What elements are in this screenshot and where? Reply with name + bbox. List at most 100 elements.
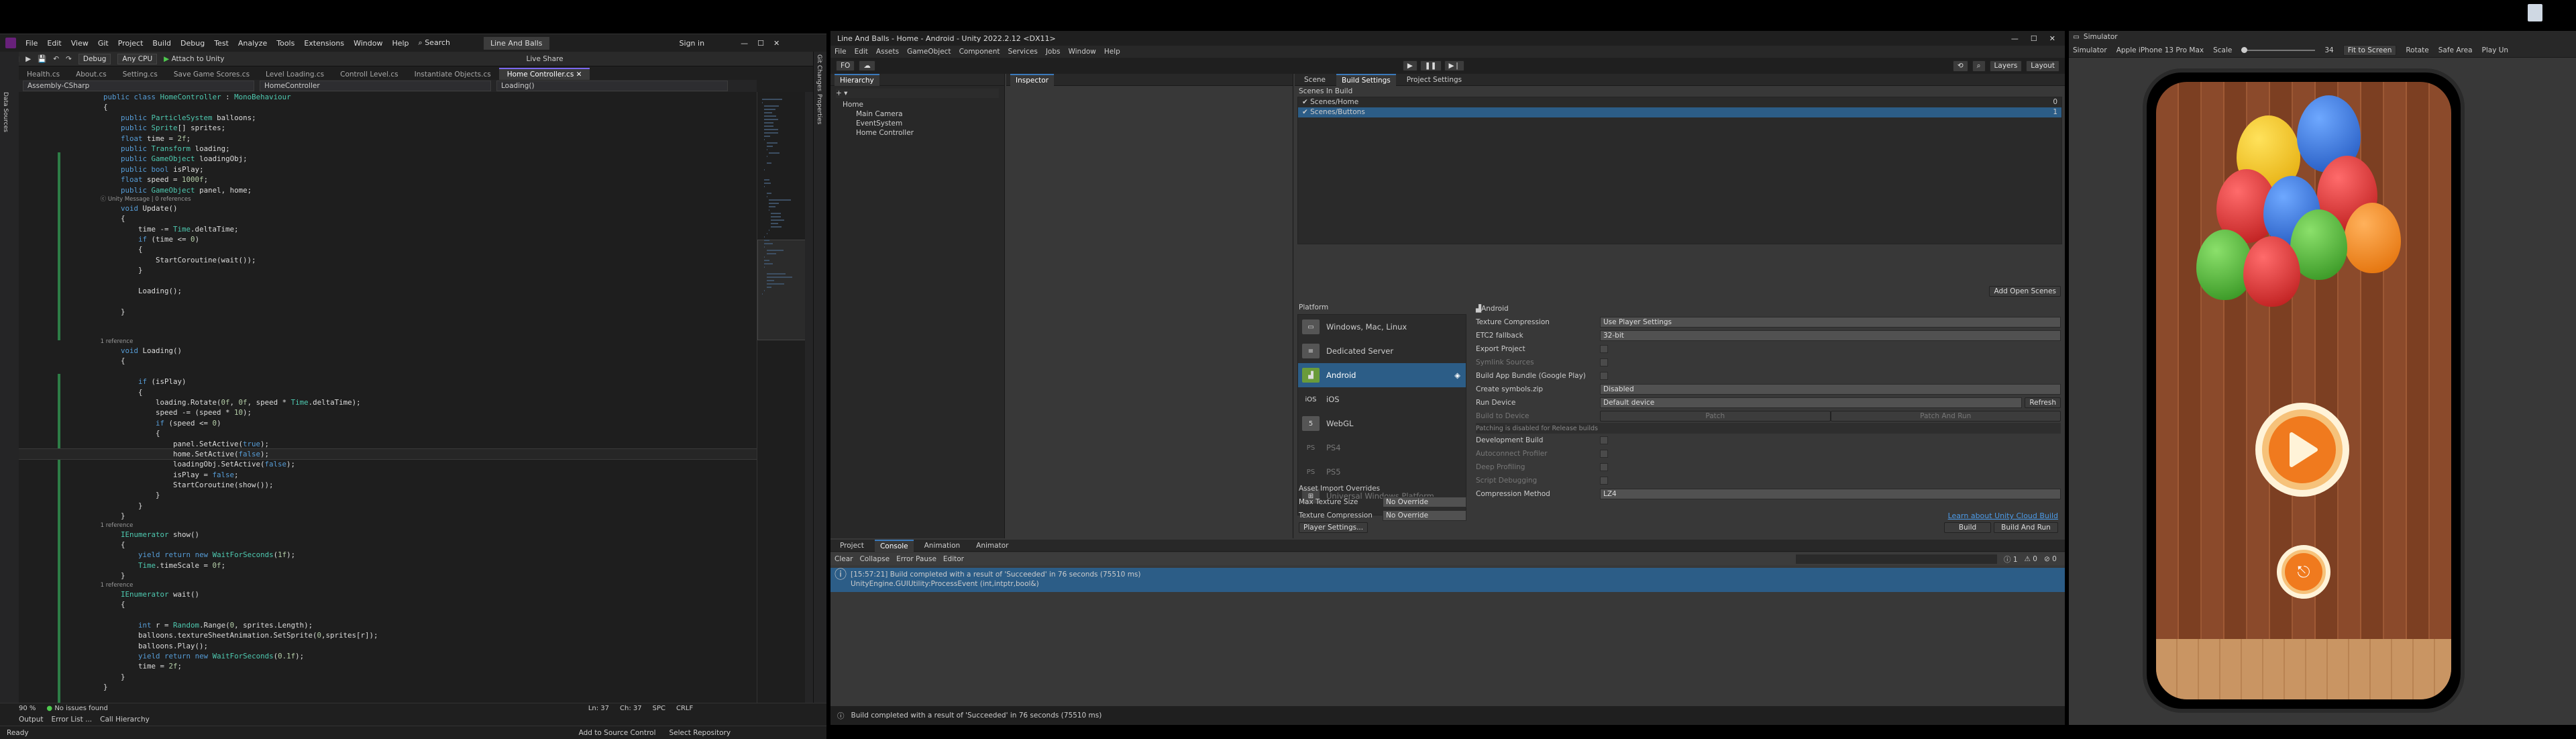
- build-and-run-button[interactable]: Build And Run: [1994, 522, 2058, 533]
- live-share-button[interactable]: Live Share: [526, 55, 563, 63]
- run-device-dropdown[interactable]: Default device: [1600, 397, 2023, 408]
- error-count[interactable]: ⊘ 0: [2044, 555, 2057, 563]
- tree-item-main-camera[interactable]: Main Camera: [836, 109, 999, 119]
- git-changes-tab[interactable]: Git Changes: [816, 54, 822, 91]
- vs-menu-git[interactable]: Git: [98, 39, 109, 48]
- vs-menu-window[interactable]: Window: [354, 39, 382, 48]
- properties-tab[interactable]: Properties: [816, 94, 822, 124]
- close-tab-icon[interactable]: ✕: [576, 70, 582, 79]
- undo-icon[interactable]: ↶: [53, 55, 59, 63]
- recycle-bin-icon[interactable]: [2528, 4, 2542, 21]
- maximize-icon[interactable]: ☐: [757, 39, 764, 48]
- refresh-button[interactable]: Refresh: [2025, 397, 2061, 408]
- codelens-annotation[interactable]: 1 reference: [19, 581, 757, 589]
- symlink-sources-checkbox[interactable]: [1600, 358, 1608, 366]
- scene-row[interactable]: ✔ Scenes/Buttons 1: [1298, 107, 2061, 117]
- config-dropdown[interactable]: Debug: [78, 53, 111, 64]
- log-count[interactable]: ⓘ 1: [2004, 554, 2018, 564]
- console-search[interactable]: [1795, 554, 1997, 564]
- compression-method-dropdown[interactable]: LZ4: [1600, 489, 2061, 499]
- data-sources-tab[interactable]: Data Sources: [2, 92, 9, 132]
- line-ending[interactable]: CRLF: [676, 705, 693, 712]
- maximize-icon[interactable]: ☐: [2031, 34, 2037, 43]
- platform-dedicated-server[interactable]: ≡ Dedicated Server: [1298, 339, 1466, 363]
- build-button[interactable]: Build: [1944, 522, 1991, 533]
- unity-menu-gameobject[interactable]: GameObject: [907, 48, 951, 56]
- patch-and-run-button[interactable]: Patch And Run: [1830, 411, 2061, 422]
- vertical-scrollbar[interactable]: [805, 92, 813, 703]
- create-symbols-dropdown[interactable]: Disabled: [1600, 384, 2061, 395]
- pause-icon[interactable]: ❚❚: [1419, 60, 1442, 71]
- tab-scene[interactable]: Scene: [1299, 75, 1331, 85]
- status-message[interactable]: Build completed with a result of 'Succee…: [851, 711, 1102, 720]
- tab-level-loading[interactable]: Level Loading.cs: [258, 69, 332, 80]
- minimize-icon[interactable]: —: [741, 39, 748, 48]
- tree-item-home[interactable]: Home: [836, 100, 999, 109]
- tab-animation[interactable]: Animation: [919, 540, 966, 551]
- unity-menu-assets[interactable]: Assets: [876, 48, 899, 56]
- sign-in-link[interactable]: Sign in: [680, 39, 705, 48]
- export-project-checkbox[interactable]: [1600, 345, 1608, 353]
- project-dropdown[interactable]: Assembly-CSharp: [23, 81, 254, 91]
- code-editor[interactable]: public class HomeController : MonoBehavi…: [19, 92, 757, 703]
- member-dropdown[interactable]: Loading(): [496, 81, 728, 91]
- game-screen[interactable]: ⎋: [2156, 82, 2451, 699]
- tab-instantiate-objects[interactable]: Instantiate Objects.cs: [407, 69, 499, 80]
- rotate-button[interactable]: Rotate: [2406, 46, 2428, 54]
- platform-ps5[interactable]: PS PS5: [1298, 460, 1466, 484]
- tree-item-eventsystem[interactable]: EventSystem: [836, 119, 999, 128]
- mode-dropdown[interactable]: Simulator: [2073, 46, 2107, 54]
- platform-android[interactable]: ▟ Android ◈: [1298, 363, 1466, 387]
- scene-row[interactable]: ✔ Scenes/Home 0: [1298, 97, 2061, 107]
- tab-output[interactable]: Output: [19, 716, 43, 724]
- unity-menu-file[interactable]: File: [835, 48, 847, 56]
- unity-menu-edit[interactable]: Edit: [855, 48, 868, 56]
- tab-hierarchy[interactable]: Hierarchy: [835, 73, 879, 86]
- codelens-annotation[interactable]: 1 reference: [19, 522, 757, 530]
- add-to-source-control-button[interactable]: Add to Source Control: [579, 729, 656, 737]
- tab-about[interactable]: About.cs: [68, 69, 115, 80]
- vs-search-box[interactable]: ⌕ Search: [419, 38, 450, 48]
- tab-animator[interactable]: Animator: [971, 540, 1014, 551]
- whitespace-mode[interactable]: SPC: [653, 705, 665, 712]
- select-repository-button[interactable]: Select Repository: [669, 729, 731, 737]
- texture-compression-dropdown[interactable]: Use Player Settings: [1600, 317, 2061, 328]
- unity-menu-services[interactable]: Services: [1008, 48, 1038, 56]
- layout-dropdown[interactable]: Layout: [2026, 60, 2059, 72]
- minimize-icon[interactable]: —: [2011, 34, 2019, 43]
- vs-menu-project[interactable]: Project: [118, 39, 144, 48]
- layers-dropdown[interactable]: Layers: [1989, 60, 2023, 72]
- unity-menu-jobs[interactable]: Jobs: [1046, 48, 1061, 56]
- codelens-annotation[interactable]: ⓒ Unity Message | 0 references: [19, 195, 757, 203]
- codelens-annotation[interactable]: 1 reference: [19, 338, 757, 346]
- vs-menu-test[interactable]: Test: [214, 39, 229, 48]
- account-dropdown[interactable]: FO: [836, 60, 855, 71]
- vs-menu-file[interactable]: File: [25, 39, 38, 48]
- tab-home-controller[interactable]: Home Controller.cs ✕: [498, 68, 590, 80]
- vs-menu-edit[interactable]: Edit: [47, 39, 61, 48]
- player-settings-button[interactable]: Player Settings...: [1299, 522, 1368, 533]
- unity-menu-help[interactable]: Help: [1104, 48, 1120, 56]
- tab-call-hierarchy[interactable]: Call Hierarchy: [100, 716, 150, 724]
- etc2-fallback-dropdown[interactable]: 32-bit: [1600, 330, 2061, 341]
- fit-to-screen-button[interactable]: Fit to Screen: [2343, 44, 2397, 56]
- tab-inspector[interactable]: Inspector: [1010, 73, 1054, 86]
- development-build-checkbox[interactable]: [1600, 436, 1608, 444]
- asset-overrides-title[interactable]: Asset Import Overrides: [1299, 482, 1466, 495]
- add-open-scenes-button[interactable]: Add Open Scenes: [1989, 286, 2061, 297]
- collapse-button[interactable]: Collapse: [859, 555, 890, 563]
- save-icon[interactable]: 💾: [38, 54, 46, 63]
- close-icon[interactable]: ✕: [2049, 34, 2055, 43]
- build-app-bundle-checkbox[interactable]: [1600, 372, 1608, 380]
- autoconnect-profiler-checkbox[interactable]: [1600, 450, 1608, 458]
- minimap[interactable]: [757, 92, 806, 703]
- attach-to-unity-button[interactable]: ▶ Attach to Unity: [164, 55, 224, 63]
- console-entry[interactable]: ⓘ [15:57:21] Build completed with a resu…: [830, 568, 2065, 592]
- class-dropdown[interactable]: HomeController: [260, 81, 491, 91]
- forward-icon[interactable]: ▶: [25, 55, 31, 63]
- script-debugging-checkbox[interactable]: [1600, 477, 1608, 485]
- tab-setting[interactable]: Setting.cs: [115, 69, 166, 80]
- tab-project-settings[interactable]: Project Settings: [1401, 75, 1467, 85]
- redo-icon[interactable]: ↷: [66, 55, 72, 63]
- tree-item-home-controller[interactable]: Home Controller: [836, 128, 999, 138]
